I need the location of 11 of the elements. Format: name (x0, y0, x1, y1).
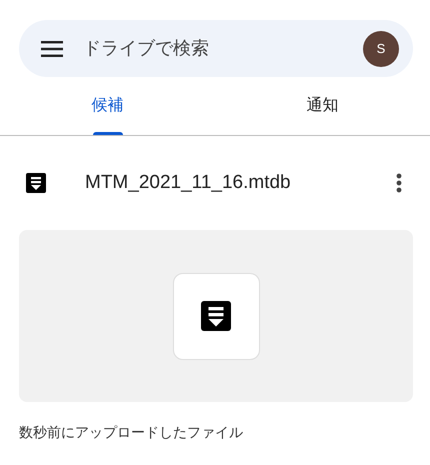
more-icon[interactable] (396, 173, 402, 193)
file-name[interactable]: MTM_2021_11_16.mtdb (85, 168, 396, 198)
menu-icon[interactable] (41, 40, 63, 56)
upload-caption: 数秒前にアップロードしたファイル (18, 423, 244, 442)
tab[interactable]: 通知 (215, 77, 430, 135)
file-icon (24, 171, 48, 195)
tab[interactable]: 候補 (0, 77, 215, 135)
search-bar[interactable]: ドライブで検索 S (19, 20, 413, 77)
file-icon (198, 298, 234, 334)
search-field[interactable]: ドライブで検索 (83, 35, 363, 62)
avatar[interactable]: S (363, 30, 399, 66)
